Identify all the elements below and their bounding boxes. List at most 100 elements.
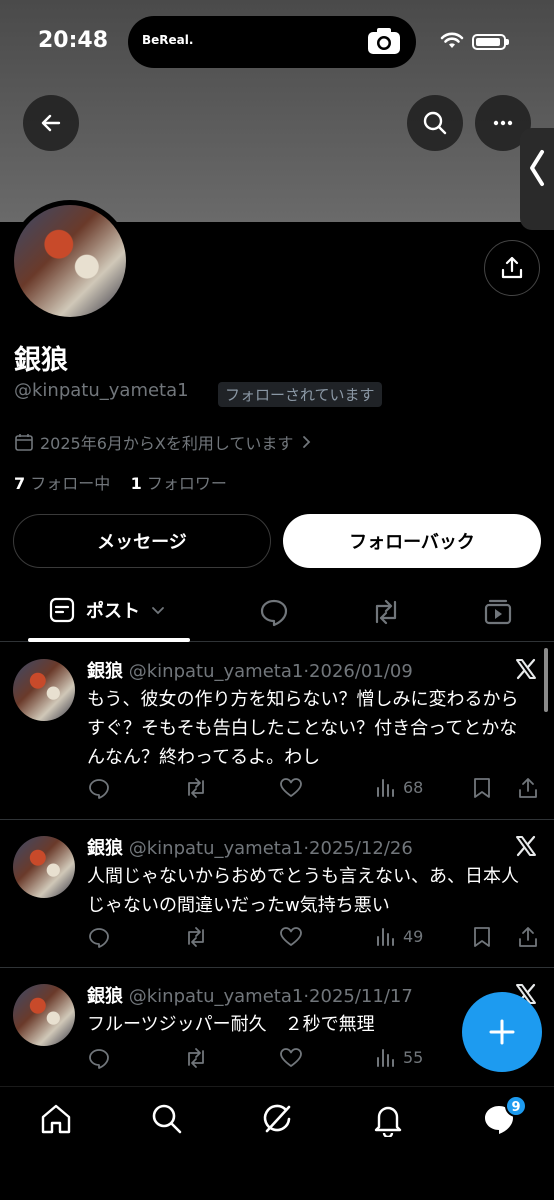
following-count: 7: [14, 474, 26, 493]
x-logo-icon: [516, 835, 536, 857]
repost-button[interactable]: [183, 776, 209, 800]
joined-date[interactable]: 2025年6月からXを利用しています: [14, 430, 313, 454]
post-text: フルーツジッパー耐久 ２秒で無理: [87, 1014, 375, 1035]
views-button[interactable]: 68: [375, 776, 423, 798]
nav-home-icon[interactable]: [38, 1101, 74, 1137]
post-header: 銀狼 @kinpatu_yameta1·2025/12/26: [87, 834, 413, 860]
post-item[interactable]: 銀狼 @kinpatu_yameta1·2026/01/09 もう、彼女の作り方…: [0, 643, 554, 820]
post-header: 銀狼 @kinpatu_yameta1·2025/11/17: [87, 982, 413, 1008]
share-icon: [519, 778, 537, 798]
followers-count: 1: [130, 474, 142, 493]
x-logo-icon: [516, 658, 536, 680]
repost-icon: [188, 927, 204, 947]
post-meta: @kinpatu_yameta1·2026/01/09: [128, 661, 413, 682]
like-button[interactable]: [279, 925, 303, 949]
tab-posts-label: ポスト: [86, 601, 140, 622]
camera-icon: [368, 28, 400, 54]
like-button[interactable]: [279, 1046, 303, 1070]
avatar-image: [14, 205, 126, 317]
reply-button[interactable]: [87, 776, 111, 800]
compose-post-button[interactable]: [462, 992, 542, 1072]
share-post-button[interactable]: [517, 925, 539, 949]
profile-avatar[interactable]: [9, 200, 131, 322]
tab-media[interactable]: [482, 596, 514, 628]
post-author-name: 銀狼: [87, 661, 123, 682]
status-time: 20:48: [38, 28, 109, 53]
bar-chart-icon: [377, 928, 394, 946]
followers-label: フォロワー: [146, 474, 227, 493]
battery-icon: [472, 34, 509, 50]
profile-tabs: ポスト: [0, 586, 554, 642]
view-count: 49: [403, 926, 424, 946]
post-author-name: 銀狼: [87, 838, 123, 859]
follow-back-button[interactable]: フォローバック: [283, 514, 541, 568]
view-count: 68: [403, 777, 424, 797]
status-bar: 20:48 BeReal.: [0, 14, 554, 70]
joined-text: 2025年6月からXを利用しています: [40, 434, 294, 453]
bookmark-button[interactable]: [471, 776, 493, 800]
back-button[interactable]: [23, 95, 79, 151]
active-tab-indicator: [28, 638, 190, 642]
search-icon: [423, 111, 447, 135]
share-button[interactable]: [484, 240, 540, 296]
following-label: フォロー中: [30, 474, 111, 493]
post-actions: 49: [87, 925, 539, 951]
heart-icon: [280, 778, 302, 797]
bookmark-icon: [474, 778, 490, 798]
search-button[interactable]: [407, 95, 463, 151]
wifi-icon: [440, 32, 464, 48]
post-text: 人間じゃないからおめでとうも言えない、あ、日本人じゃないの間違いだったw気持ち悪…: [87, 866, 519, 916]
following-link[interactable]: 7 フォロー中: [14, 474, 110, 493]
post-author-name: 銀狼: [87, 986, 123, 1007]
message-button[interactable]: メッセージ: [13, 514, 271, 568]
more-horizontal-icon: [493, 120, 513, 126]
post-avatar[interactable]: [13, 659, 75, 721]
nav-notifications-icon[interactable]: [370, 1101, 406, 1137]
bookmark-icon: [474, 927, 490, 947]
tab-replies[interactable]: [258, 596, 290, 628]
plus-icon: [489, 1019, 515, 1045]
post-text: もう、彼女の作り方を知らない？憎しみに変わるからすぐ？そもそも告白したことない？…: [87, 689, 519, 768]
repost-button[interactable]: [183, 1046, 209, 1070]
share-icon: [519, 927, 537, 947]
views-button[interactable]: 49: [375, 925, 423, 947]
post-item[interactable]: 銀狼 @kinpatu_yameta1·2025/12/26 人間じゃないからお…: [0, 820, 554, 968]
post-list-icon: [49, 597, 75, 623]
follow-counts: 7 フォロー中 1 フォロワー: [14, 470, 227, 494]
chevron-down-icon: [152, 607, 164, 615]
nav-grok-icon[interactable]: [259, 1101, 295, 1137]
tab-reposts[interactable]: [369, 596, 403, 628]
calendar-icon: [15, 434, 33, 451]
post-header: 銀狼 @kinpatu_yameta1·2026/01/09: [87, 657, 413, 683]
display-name: 銀狼: [14, 345, 68, 376]
post-avatar[interactable]: [13, 984, 75, 1046]
tab-posts[interactable]: ポスト: [48, 596, 166, 624]
arrow-left-icon: [41, 114, 61, 132]
like-button[interactable]: [279, 776, 303, 800]
user-handle: @kinpatu_yameta1: [14, 380, 189, 401]
scrollbar-thumb[interactable]: [544, 648, 548, 712]
side-panel-handle[interactable]: [520, 128, 554, 230]
views-button[interactable]: 55: [375, 1046, 423, 1068]
bar-chart-icon: [377, 1049, 394, 1067]
dynamic-island[interactable]: BeReal.: [128, 16, 416, 68]
share-post-button[interactable]: [517, 776, 539, 800]
bottom-navigation: 9: [0, 1086, 554, 1200]
heart-icon: [280, 927, 302, 946]
post-avatar[interactable]: [13, 836, 75, 898]
chevron-right-icon: [303, 436, 311, 448]
reply-button[interactable]: [87, 1046, 111, 1070]
followers-link[interactable]: 1 フォロワー: [131, 474, 227, 493]
island-app-name: BeReal.: [142, 33, 194, 47]
heart-icon: [280, 1048, 302, 1067]
post-meta: @kinpatu_yameta1·2025/12/26: [128, 838, 413, 859]
post-meta: @kinpatu_yameta1·2025/11/17: [128, 986, 413, 1007]
bookmark-button[interactable]: [471, 925, 493, 949]
reply-icon: [89, 928, 109, 948]
chevron-left-icon: [530, 150, 544, 186]
repost-button[interactable]: [183, 925, 209, 949]
reply-button[interactable]: [87, 925, 111, 949]
repost-icon: [188, 778, 204, 798]
reply-icon: [89, 1049, 109, 1069]
nav-search-icon[interactable]: [149, 1101, 185, 1137]
